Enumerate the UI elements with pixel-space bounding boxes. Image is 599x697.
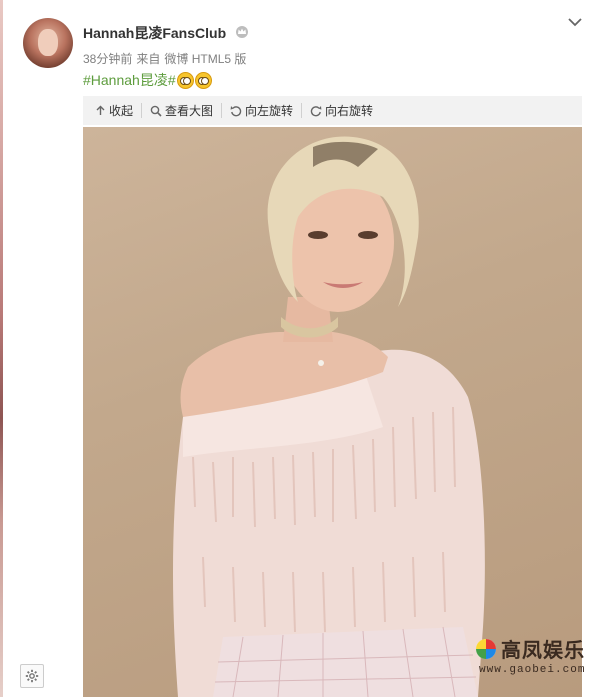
view-large-label: 查看大图: [165, 104, 214, 118]
rotate-left-icon: [230, 105, 242, 116]
dizzy-emoji-icon: [194, 71, 212, 89]
dizzy-emoji-icon: [176, 71, 194, 89]
post-time[interactable]: 38分钟前: [83, 52, 132, 66]
rotate-right-icon: [310, 105, 322, 116]
post-source[interactable]: 微博 HTML5 版: [164, 52, 246, 66]
watermark-title: 高凤娱乐: [501, 638, 585, 662]
rotate-right-label: 向右旋转: [325, 104, 374, 118]
search-icon: [150, 105, 162, 117]
collapse-label: 收起: [109, 104, 134, 118]
photo-illustration: [173, 136, 485, 697]
collapse-button[interactable]: 收起: [87, 103, 141, 118]
rotate-left-label: 向左旋转: [245, 104, 294, 118]
settings-button[interactable]: [20, 664, 44, 688]
media-toolbar: 收起 查看大图 向左旋转 向右旋转: [83, 96, 582, 125]
crown-badge-icon: [236, 26, 248, 38]
rotate-right-button[interactable]: 向右旋转: [301, 103, 381, 118]
watermark-url: www.gaobei.com: [479, 664, 586, 676]
post-photo[interactable]: [83, 127, 582, 697]
chevron-down-icon[interactable]: [567, 16, 583, 28]
avatar[interactable]: [23, 18, 73, 68]
watermark: 高凤娱乐 www.gaobei.com: [475, 634, 588, 682]
view-large-button[interactable]: 查看大图: [141, 103, 221, 118]
watermark-logo-icon: [476, 639, 496, 659]
hashtag-link[interactable]: #Hannah昆凌#: [83, 70, 176, 90]
author-name[interactable]: Hannah昆凌FansClub: [83, 23, 226, 43]
arrow-up-icon: [96, 105, 105, 115]
gear-icon: [25, 669, 39, 683]
weibo-post-card: Hannah昆凌FansClub 38分钟前 来自 微博 HTML5 版 #Hann…: [3, 0, 599, 697]
rotate-left-button[interactable]: 向左旋转: [221, 103, 301, 118]
source-prefix: 来自: [136, 52, 161, 66]
post-meta: 38分钟前 来自 微博 HTML5 版: [83, 50, 250, 67]
post-text: #Hannah昆凌#: [83, 70, 212, 90]
